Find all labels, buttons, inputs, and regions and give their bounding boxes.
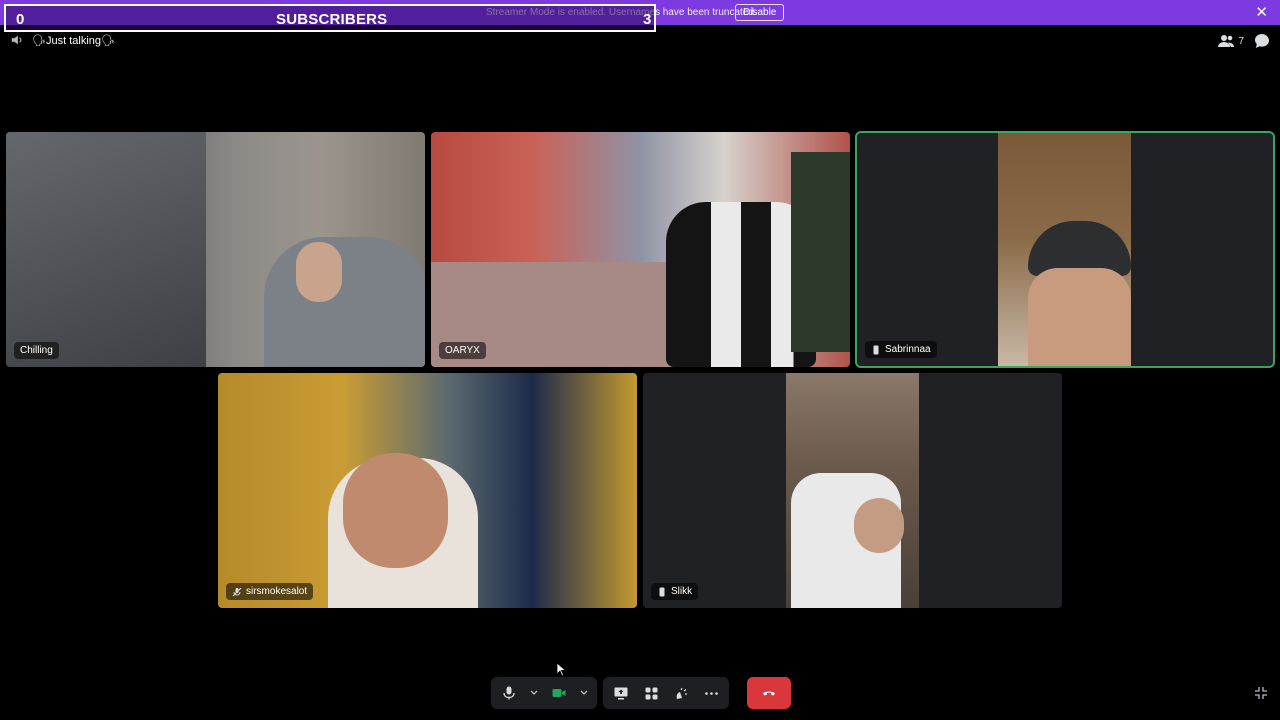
video-feed-head bbox=[343, 453, 448, 568]
video-settings-dropdown[interactable] bbox=[577, 681, 591, 705]
mobile-icon bbox=[659, 587, 665, 596]
tile-username: Chilling bbox=[20, 345, 53, 356]
video-tile-slikk[interactable]: Slikk bbox=[643, 373, 1062, 608]
video-feed-tree bbox=[791, 152, 850, 352]
microphone-icon bbox=[503, 686, 515, 700]
speaker-icon[interactable] bbox=[10, 33, 24, 47]
soundboard-icon bbox=[676, 687, 687, 699]
tile-label: Chilling bbox=[14, 342, 59, 359]
participant-count: 7 bbox=[1238, 35, 1244, 47]
subscriber-goal-title: SUBSCRIBERS bbox=[276, 11, 388, 28]
close-icon[interactable]: ✕ bbox=[1255, 3, 1268, 21]
video-tile-oaryx[interactable]: OARYX bbox=[431, 132, 850, 367]
disconnect-button[interactable] bbox=[747, 677, 791, 709]
video-feed bbox=[786, 373, 919, 608]
call-controls bbox=[491, 676, 791, 710]
people-icon bbox=[1218, 35, 1235, 47]
video-feed-face bbox=[1028, 268, 1131, 366]
voice-channel-view: Streamer Mode is enabled. Usernames have… bbox=[0, 0, 1280, 720]
channel-header: 🗣Just talking🗣 bbox=[10, 33, 115, 47]
header-actions: 7 bbox=[1218, 33, 1270, 49]
audio-video-group bbox=[491, 677, 597, 709]
camera-button[interactable] bbox=[547, 681, 571, 705]
video-feed-person bbox=[264, 237, 425, 367]
tile-label: OARYX bbox=[439, 342, 486, 359]
video-feed-head bbox=[296, 242, 342, 302]
mouse-cursor-icon bbox=[556, 662, 566, 677]
more-options-button[interactable] bbox=[699, 681, 723, 705]
camera-icon bbox=[552, 689, 566, 697]
activities-button[interactable] bbox=[639, 681, 663, 705]
more-icon bbox=[704, 691, 718, 695]
video-feed bbox=[6, 132, 206, 367]
video-feed bbox=[998, 133, 1131, 366]
mute-button[interactable] bbox=[497, 681, 521, 705]
subscriber-count-start: 0 bbox=[16, 11, 25, 28]
soundboard-button[interactable] bbox=[669, 681, 693, 705]
screen-share-button[interactable] bbox=[609, 681, 633, 705]
tile-username: OARYX bbox=[445, 345, 480, 356]
chat-icon[interactable] bbox=[1254, 33, 1270, 49]
chevron-down-icon bbox=[530, 690, 538, 695]
video-tile-sabrinnaa[interactable]: Sabrinnaa bbox=[855, 131, 1275, 368]
video-feed-head bbox=[854, 498, 904, 553]
tile-username: Slikk bbox=[671, 586, 693, 597]
tile-label: sirsmokesalot bbox=[226, 583, 314, 600]
collapse-icon bbox=[1255, 687, 1267, 699]
video-tile-sirsmokesalot[interactable]: sirsmokesalot bbox=[218, 373, 637, 608]
tile-username: sirsmokesalot bbox=[246, 586, 308, 597]
activities-icon bbox=[645, 687, 657, 699]
subscriber-goal-overlay: 0 SUBSCRIBERS 3 bbox=[4, 4, 656, 32]
channel-name: 🗣Just talking🗣 bbox=[32, 34, 115, 47]
screen-share-icon bbox=[614, 687, 628, 699]
actions-group bbox=[603, 677, 729, 709]
audio-settings-dropdown[interactable] bbox=[527, 681, 541, 705]
chevron-down-icon bbox=[580, 690, 588, 695]
hang-up-icon bbox=[763, 691, 775, 696]
tile-label: Slikk bbox=[651, 583, 699, 600]
tile-label: Sabrinnaa bbox=[865, 341, 937, 358]
video-tile-chilling[interactable]: Chilling bbox=[6, 132, 425, 367]
disable-streamer-mode-button[interactable]: Disable bbox=[735, 4, 785, 21]
mobile-icon bbox=[873, 345, 879, 354]
participants-button[interactable]: 7 bbox=[1218, 34, 1244, 48]
subscriber-count-goal: 3 bbox=[643, 11, 652, 28]
exit-fullscreen-button[interactable] bbox=[1254, 686, 1268, 705]
tile-username: Sabrinnaa bbox=[885, 344, 931, 355]
muted-mic-icon bbox=[232, 587, 242, 596]
